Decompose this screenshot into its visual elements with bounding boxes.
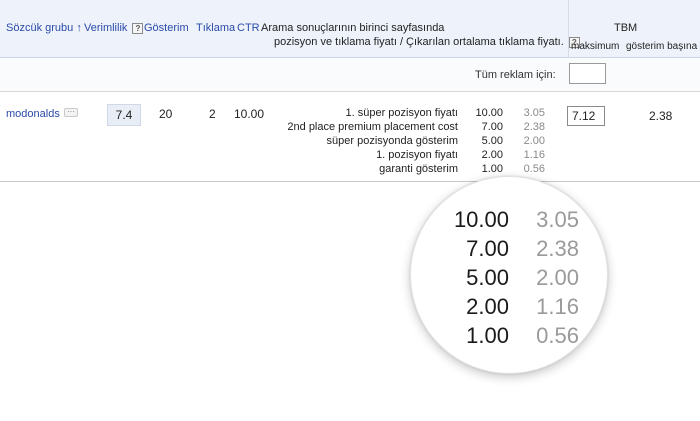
magnified-row: 10.00 3.05 (411, 205, 607, 235)
position-row: süper pozisyonda gösterim 5.00 2.00 (0, 135, 700, 149)
cpc-header: TBM (614, 22, 638, 34)
magnified-avg-cpc: 2.38 (536, 236, 579, 261)
position-avg-cpc: 0.56 (523, 163, 545, 175)
quality-label: Verimlilik (84, 22, 128, 34)
all-ads-label: Tüm reklam için: (475, 69, 556, 81)
max-cpc-input[interactable]: 7.12 (567, 106, 605, 126)
magnified-bid: 10.00 (453, 207, 509, 232)
keyword-table: Sözcük grubu ↑ Verimlilik ? Gösterim Tık… (0, 0, 700, 182)
position-bid: 5.00 (481, 135, 503, 147)
position-row: 1. pozisyon fiyatı 2.00 1.16 (0, 149, 700, 163)
position-header-line1: Arama sonuçlarının birinci sayfasında (261, 22, 445, 34)
position-header-line2: pozisyon ve tıklama fiyatı / Çıkarılan o… (274, 36, 580, 49)
quality-column-header[interactable]: Verimlilik ? (84, 22, 144, 35)
magnified-row: 2.00 1.16 (411, 292, 607, 322)
magnified-row: 5.00 2.00 (411, 263, 607, 293)
magnified-bid: 7.00 (466, 236, 509, 261)
keyword-group-column-header[interactable]: Sözcük grubu ↑ (6, 22, 82, 35)
position-bid: 1.00 (481, 163, 503, 175)
magnified-bid: 2.00 (466, 294, 509, 319)
magnified-row: 7.00 2.38 (411, 234, 607, 264)
position-avg-cpc: 3.05 (523, 107, 545, 119)
position-bid: 10.00 (475, 107, 503, 119)
max-cpc-header: maksimum (571, 41, 620, 52)
sort-arrow-icon: ↑ (76, 22, 82, 34)
magnified-avg-cpc: 3.05 (536, 207, 579, 232)
impressions-column-header[interactable]: Gösterim (144, 22, 189, 35)
magnified-avg-cpc: 2.00 (536, 265, 579, 290)
keyword-group-label: Sözcük grubu (6, 22, 74, 34)
magnifier-lens: 10.00 3.05 7.00 2.38 5.00 2.00 2.00 1.16… (410, 176, 608, 374)
magnified-bid: 1.00 (466, 323, 509, 348)
cost-per-impression-value: 2.38 (649, 109, 673, 123)
help-icon[interactable]: ? (132, 22, 144, 34)
position-row: garanti gösterim 1.00 0.56 (0, 163, 700, 177)
position-label: 1. süper pozisyon fiyatı (345, 107, 458, 119)
position-label: süper pozisyonda gösterim (326, 135, 458, 147)
position-avg-cpc: 2.38 (523, 121, 545, 133)
position-header-line2-text: pozisyon ve tıklama fiyatı / Çıkarılan o… (274, 36, 564, 48)
column-divider (568, 0, 569, 58)
position-label: 2nd place premium placement cost (287, 121, 458, 133)
position-label: 1. pozisyon fiyatı (376, 149, 458, 161)
magnified-row: 1.00 0.56 (411, 321, 607, 351)
all-ads-bid-input[interactable] (569, 63, 606, 84)
ctr-column-header[interactable]: CTR (237, 22, 260, 35)
position-bid: 7.00 (481, 121, 503, 133)
position-bid: 2.00 (481, 149, 503, 161)
magnified-avg-cpc: 0.56 (536, 323, 579, 348)
position-label: garanti gösterim (379, 163, 458, 175)
magnified-bid: 5.00 (466, 265, 509, 290)
clicks-column-header[interactable]: Tıklama (196, 22, 235, 35)
magnified-avg-cpc: 1.16 (536, 294, 579, 319)
table-header: Sözcük grubu ↑ Verimlilik ? Gösterim Tık… (0, 0, 700, 58)
per-impression-header: gösterim başına (626, 41, 698, 52)
position-avg-cpc: 1.16 (523, 149, 545, 161)
position-avg-cpc: 2.00 (523, 135, 545, 147)
